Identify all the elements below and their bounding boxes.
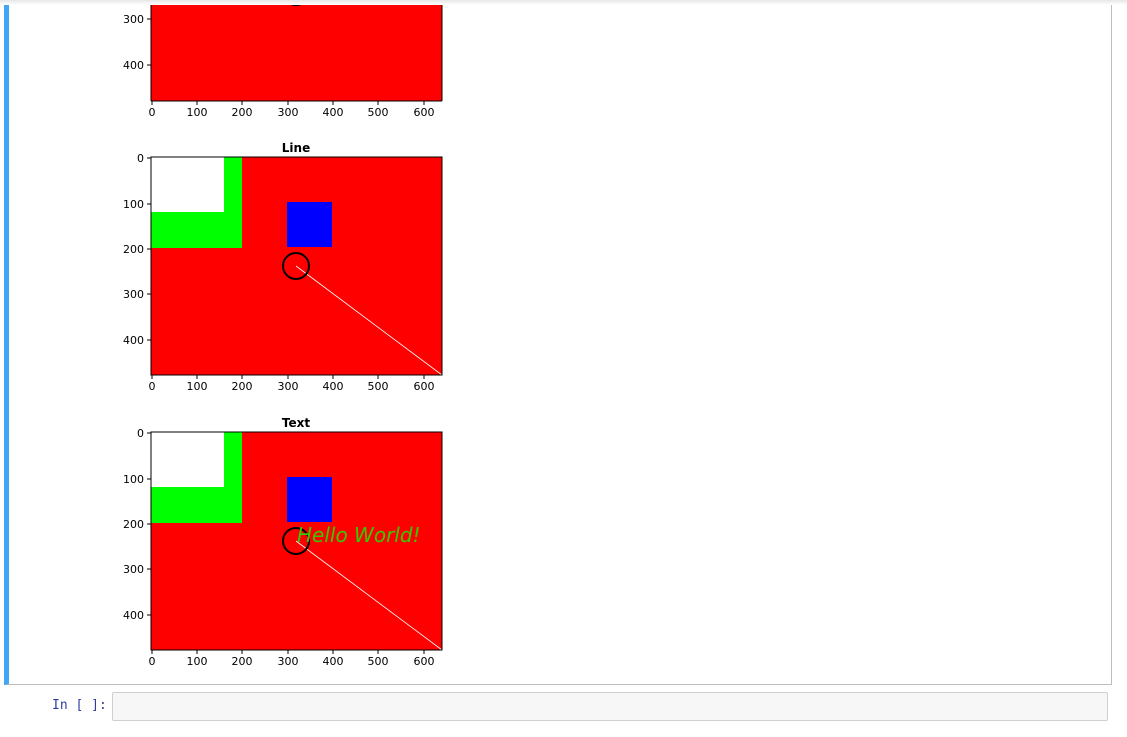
image-background [151, 0, 442, 101]
plot-title: Line [282, 141, 310, 155]
image-white-rect [151, 432, 224, 487]
x-tick-100: 100 [187, 650, 208, 668]
x-tick-600: 600 [414, 101, 435, 119]
svg-text:300: 300 [123, 563, 144, 576]
x-tick-0: 0 [149, 375, 156, 393]
y-tick-300: 300 [123, 563, 151, 576]
x-tick-200: 200 [232, 650, 253, 668]
svg-text:100: 100 [187, 380, 208, 393]
x-tick-0: 0 [149, 101, 156, 119]
y-tick-200: 200 [123, 243, 151, 256]
svg-text:400: 400 [123, 609, 144, 622]
x-tick-100: 100 [187, 375, 208, 393]
image-blue-square [287, 477, 332, 522]
x-tick-0: 0 [149, 650, 156, 668]
plot-title: Text [282, 416, 310, 430]
svg-text:0: 0 [149, 106, 156, 119]
y-tick-200: 200 [123, 518, 151, 531]
svg-text:400: 400 [123, 59, 144, 72]
x-tick-400: 400 [323, 375, 344, 393]
y-tick-100: 100 [123, 473, 151, 486]
svg-text:300: 300 [278, 380, 299, 393]
plot-text: Text Hello World! 0 100 200 300 400 0 10… [123, 416, 443, 668]
x-tick-400: 400 [323, 650, 344, 668]
svg-text:200: 200 [232, 380, 253, 393]
svg-text:200: 200 [232, 106, 253, 119]
image-blue-square [287, 202, 332, 247]
svg-text:400: 400 [323, 380, 344, 393]
svg-text:0: 0 [137, 152, 144, 165]
y-tick-400: 400 [123, 59, 151, 72]
y-tick-100: 100 [123, 198, 151, 211]
svg-text:100: 100 [187, 106, 208, 119]
svg-text:0: 0 [149, 655, 156, 668]
svg-text:400: 400 [323, 106, 344, 119]
x-tick-300: 300 [278, 375, 299, 393]
x-tick-600: 600 [414, 650, 435, 668]
svg-text:200: 200 [232, 655, 253, 668]
plot-line: Line 0 100 200 300 400 0 100 200 300 400… [123, 141, 443, 393]
svg-text:600: 600 [414, 380, 435, 393]
input-prompt: In [ ]: [52, 698, 107, 713]
x-tick-600: 600 [414, 375, 435, 393]
image-white-rect [151, 157, 224, 212]
svg-text:400: 400 [123, 334, 144, 347]
hello-world-annotation: Hello World! [297, 523, 421, 547]
svg-text:100: 100 [123, 473, 144, 486]
svg-text:500: 500 [368, 380, 389, 393]
svg-text:600: 600 [414, 655, 435, 668]
x-tick-500: 500 [368, 101, 389, 119]
svg-text:200: 200 [123, 243, 144, 256]
code-cell-input[interactable] [112, 692, 1108, 721]
y-tick-400: 400 [123, 609, 151, 622]
x-tick-500: 500 [368, 650, 389, 668]
x-tick-100: 100 [187, 101, 208, 119]
plot-1: 300 400 0 100 200 300 400 500 600 [123, 0, 443, 119]
svg-text:600: 600 [414, 106, 435, 119]
svg-text:0: 0 [137, 427, 144, 440]
y-tick-300: 300 [123, 288, 151, 301]
svg-text:400: 400 [323, 655, 344, 668]
svg-text:500: 500 [368, 655, 389, 668]
x-tick-300: 300 [278, 650, 299, 668]
svg-text:200: 200 [123, 518, 144, 531]
svg-text:100: 100 [187, 655, 208, 668]
toolbar-shadow [0, 0, 1127, 5]
svg-text:100: 100 [123, 198, 144, 211]
svg-text:300: 300 [123, 288, 144, 301]
x-tick-300: 300 [278, 101, 299, 119]
x-tick-200: 200 [232, 101, 253, 119]
svg-text:0: 0 [149, 380, 156, 393]
x-tick-400: 400 [323, 101, 344, 119]
x-tick-200: 200 [232, 375, 253, 393]
svg-text:300: 300 [278, 106, 299, 119]
svg-text:300: 300 [123, 13, 144, 26]
x-tick-500: 500 [368, 375, 389, 393]
y-tick-300: 300 [123, 13, 151, 26]
y-tick-400: 400 [123, 334, 151, 347]
y-tick-0: 0 [137, 427, 151, 440]
svg-text:300: 300 [278, 655, 299, 668]
svg-text:500: 500 [368, 106, 389, 119]
y-tick-0: 0 [137, 152, 151, 165]
